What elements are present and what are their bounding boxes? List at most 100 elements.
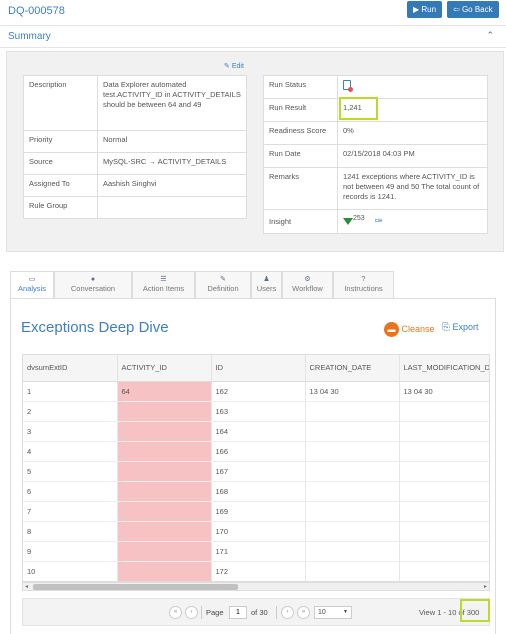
details-left-table: Description Data Explorer automated test… xyxy=(23,75,247,219)
grid-cell: 64 xyxy=(117,381,212,402)
edit-icon: ✎ xyxy=(220,276,226,283)
export-button[interactable]: ⎘ Export xyxy=(442,322,479,333)
grid-cell xyxy=(399,421,489,442)
grid-cell: 7 xyxy=(23,501,118,522)
detail-row-description: Description Data Explorer automated test… xyxy=(23,75,247,131)
grid-cell xyxy=(117,441,212,462)
detail-key: Run Status xyxy=(263,75,338,99)
grid-cell: 166 xyxy=(211,441,306,462)
detail-row-source: Source MySQL-SRC → ACTIVITY_DETAILS xyxy=(23,152,247,175)
tab-label: Action Items xyxy=(142,284,185,293)
annotation-highlight-run-result xyxy=(339,97,378,120)
edit-link-label: Edit xyxy=(231,63,244,70)
tab-definition[interactable]: ✎ Definition xyxy=(195,271,251,298)
summary-title: Summary xyxy=(8,31,51,42)
grid-cell xyxy=(305,461,400,482)
grid-cell xyxy=(399,541,489,562)
page-number-input[interactable] xyxy=(229,606,247,619)
tab-label: Workflow xyxy=(292,284,323,293)
grid-cell xyxy=(399,501,489,522)
column-header[interactable]: CREATION_DATE xyxy=(305,355,400,382)
go-back-button-label: Go Back xyxy=(461,5,493,14)
go-back-button[interactable]: ⇦ Go Back xyxy=(447,1,499,18)
horizontal-scrollbar[interactable]: ◂ ▸ xyxy=(22,582,490,591)
detail-key: Remarks xyxy=(263,167,338,210)
detail-value xyxy=(337,75,488,99)
table-row[interactable]: 6 168 xyxy=(23,481,489,502)
chat-icon: ● xyxy=(90,276,96,283)
grid-cell: 9 xyxy=(23,541,118,562)
next-page-icon[interactable]: › xyxy=(281,606,294,619)
cleanse-label: Cleanse xyxy=(401,323,435,334)
tab-action-items[interactable]: ☰ Action Items xyxy=(132,271,195,298)
prev-page-icon[interactable]: ‹ xyxy=(185,606,198,619)
grid-cell: 3 xyxy=(23,421,118,442)
table-row[interactable]: 2 163 xyxy=(23,401,489,422)
grid-cell xyxy=(117,421,212,442)
detail-value xyxy=(97,196,247,219)
detail-key: Insight xyxy=(263,209,338,234)
column-header[interactable]: ACTIVITY_ID xyxy=(117,355,212,382)
edit-link[interactable]: ✎ Edit xyxy=(224,62,244,70)
table-row[interactable]: 9 171 xyxy=(23,541,489,562)
grid-cell: 10 xyxy=(23,561,118,581)
tab-users[interactable]: ♟ Users xyxy=(251,271,282,298)
detail-key: Rule Group xyxy=(23,196,98,219)
column-header[interactable]: dvsumExtID xyxy=(23,355,118,382)
run-button[interactable]: ▶ Run xyxy=(407,1,443,18)
column-header[interactable]: ID xyxy=(211,355,306,382)
scroll-right-icon[interactable]: ▸ xyxy=(484,583,487,590)
grid-cell xyxy=(305,501,400,522)
tab-label: Definition xyxy=(207,284,239,293)
grid-cell: 168 xyxy=(211,481,306,502)
table-row[interactable]: 8 170 xyxy=(23,521,489,542)
grid-cell xyxy=(117,521,212,542)
pager-divider xyxy=(201,606,202,619)
deep-dive-title: Exceptions Deep Dive xyxy=(21,319,169,336)
grid-cell xyxy=(305,541,400,562)
table-row[interactable]: 5 167 xyxy=(23,461,489,482)
table-row[interactable]: 4 166 xyxy=(23,441,489,462)
grid-cell: 5 xyxy=(23,461,118,482)
detail-value: Aashish Singhvi xyxy=(97,174,247,197)
export-icon: ⎘ xyxy=(442,322,450,333)
tab-label: Users xyxy=(256,284,277,293)
scrollbar-thumb[interactable] xyxy=(33,584,238,590)
run-status-icon xyxy=(343,80,353,92)
tab-label: Instructions xyxy=(344,284,383,293)
detail-row-insight: Insight 253 ✑ xyxy=(263,209,488,234)
export-label: Export xyxy=(452,322,479,332)
tab-conversation[interactable]: ● Conversation xyxy=(54,271,132,298)
table-row[interactable]: 7 169 xyxy=(23,501,489,522)
pagination-bar: « ‹ Page of 30 › » 10 ▼ View 1 - 10 of 3… xyxy=(22,598,490,626)
table-row[interactable]: 1 64 162 13 04 30 13 04 30 xyxy=(23,381,489,402)
chevron-down-icon: ▼ xyxy=(343,609,348,615)
gears-icon: ⚙ xyxy=(304,276,311,283)
grid-cell xyxy=(399,561,489,581)
chevron-up-icon[interactable]: ⌃ xyxy=(486,30,494,41)
tab-analysis[interactable]: ▭ Analysis xyxy=(10,271,54,299)
eyedropper-icon[interactable]: ✑ xyxy=(375,216,383,227)
pencil-icon: ✎ xyxy=(224,63,230,70)
page-size-value: 10 xyxy=(318,609,326,616)
run-button-label: Run xyxy=(421,5,437,14)
column-header[interactable]: LAST_MODIFICATION_D xyxy=(399,355,489,382)
grid-cell: 4 xyxy=(23,441,118,462)
last-page-icon[interactable]: » xyxy=(297,606,310,619)
page-size-select[interactable]: 10 ▼ xyxy=(314,606,352,619)
grid-header-row: dvsumExtID ACTIVITY_ID ID CREATION_DATE … xyxy=(23,355,489,382)
detail-row-priority: Priority Normal xyxy=(23,130,247,153)
tab-workflow[interactable]: ⚙ Workflow xyxy=(282,271,333,298)
summary-section-header[interactable]: Summary ⌃ xyxy=(0,25,506,48)
first-page-icon[interactable]: « xyxy=(169,606,182,619)
down-triangle-icon xyxy=(343,218,353,226)
question-icon: ? xyxy=(361,276,366,283)
grid-cell: 13 04 30 xyxy=(305,381,400,402)
user-icon: ♟ xyxy=(263,276,270,283)
table-row[interactable]: 3 164 xyxy=(23,421,489,442)
grid-cell: 167 xyxy=(211,461,306,482)
cleanse-button[interactable]: ▬ Cleanse xyxy=(384,322,435,337)
table-row[interactable]: 10 172 xyxy=(23,561,489,581)
scroll-left-icon[interactable]: ◂ xyxy=(25,583,28,590)
tab-instructions[interactable]: ? Instructions xyxy=(333,271,394,298)
